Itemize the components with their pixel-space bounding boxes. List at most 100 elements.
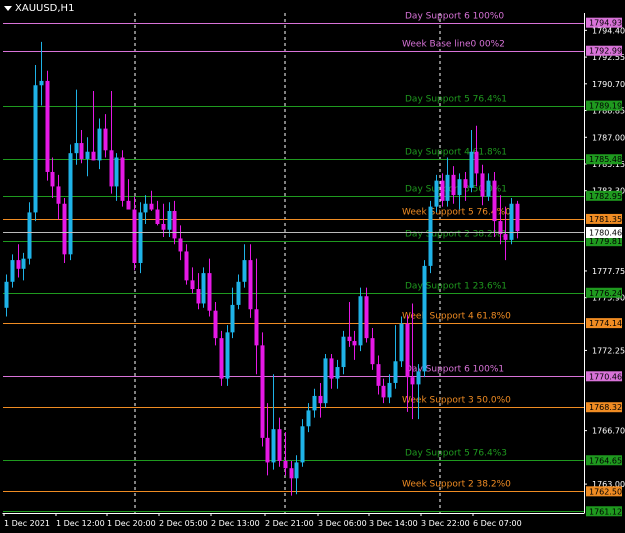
level-label-4: Day Support 3 50.0%1 [405,185,507,195]
candle [399,316,404,368]
level-price-tag-label-7: 1776.24 [589,289,622,298]
candle-body [33,85,38,213]
candle-body [248,260,253,310]
time-tick-label-1: 1 Dec 12:00 [56,519,105,528]
candle-body [405,323,410,378]
candle-body [440,180,445,201]
candle-body [335,367,340,379]
candle-body [283,460,288,469]
price-tick-label-10: 1766.70 [592,427,625,436]
level-price-tag-label-12: 1762.50 [589,487,622,496]
candle-body [428,206,433,266]
level-price-tag-label-11: 1764.65 [589,456,622,465]
candle-body [352,341,357,346]
dropdown-triangle-icon[interactable] [4,6,12,11]
candle-body [79,143,84,159]
candle-body [91,151,96,161]
candle-body [358,296,363,346]
current-price-tag-label: 1780.46 [589,229,622,238]
candle [45,70,50,181]
candle-body [318,395,323,404]
candle-body [74,143,79,154]
candle-body [4,281,9,308]
candle-body [480,173,485,197]
candle-body [167,210,172,230]
candle [225,325,230,386]
candle-body [410,377,415,385]
price-tick-label-4: 1787.00 [592,133,625,142]
level-label-3: Day Support 4 61.8%1 [405,148,507,158]
candle-body [306,410,311,427]
candle [120,150,125,207]
price-chart[interactable]: Day Support 6 100%0 Week Base line0 00%2 D… [0,0,625,533]
candle [138,202,143,274]
level-price-tag-label-2: 1789.19 [589,102,622,111]
candle-body [503,234,508,240]
level-price-tag-label-5: 1781.35 [589,215,622,224]
candle-body [271,429,276,463]
level-price-tag-label-10: 1768.32 [589,403,622,412]
candle-body [515,203,520,232]
candle-body [347,336,352,342]
candle [422,260,427,378]
time-tick-label-3: 2 Dec 05:00 [159,519,208,528]
candle-body [474,151,479,174]
time-tick-label-5: 2 Dec 21:00 [265,519,314,528]
candle [428,200,433,274]
level-price-tag-label-1: 1792.99 [589,47,622,56]
time-tick-label-2: 1 Dec 20:00 [107,519,156,528]
candle-body [387,382,392,398]
candle-body [213,310,218,339]
candle [33,65,38,222]
candle [323,354,328,408]
time-tick-label-6: 3 Dec 06:00 [318,519,367,528]
candle-body [376,364,381,386]
candle-body [451,174,456,196]
candle-body [364,296,369,339]
candle-body [399,323,404,362]
candle [509,197,514,245]
candle [62,197,67,263]
candle-body [509,203,514,240]
candle-body [39,80,44,86]
candle-body [143,203,148,213]
candle-body [201,273,206,304]
candle-body [341,336,346,368]
candle-body [230,304,235,333]
level-label-8: Week Support 4 61.8%0 [402,312,511,322]
candle-body [114,157,119,187]
level-price-tag-label-9: 1770.46 [589,372,622,381]
candle-body [184,251,189,281]
level-price-tag-label-8: 1774.14 [589,319,622,328]
level-label-2: Day Support 5 76.4%1 [405,95,507,105]
candle-body [434,180,439,207]
candle-body [62,203,67,255]
candle-body [294,462,299,479]
price-tick-label-2: 1790.70 [592,80,625,89]
level-price-tag-label-6: 1779.81 [589,237,622,246]
level-price-tag-label-4: 1782.95 [589,192,622,201]
candle-body [219,338,224,379]
time-tick-label-0: 1 Dec 2021 [4,519,50,528]
candle [219,330,224,386]
chart-title[interactable]: XAUUSD,H1 [4,3,74,14]
candle-body [445,174,450,201]
price-tick-label-0: 1794.40 [592,26,625,35]
candle-body [254,309,259,346]
candle-body [323,358,328,404]
candle-body [161,223,166,230]
candle-body [277,429,282,461]
level-label-11: Day Support 5 76.4%3 [405,449,507,459]
candle-body [45,80,50,172]
candle [260,332,265,447]
candle-body [242,260,247,282]
level-label-7: Day Support 1 23.6%1 [405,282,507,292]
candle-body [486,180,491,197]
candle [358,287,363,352]
candle-body [225,332,230,379]
time-tick-label-9: 6 Dec 07:00 [473,519,522,528]
level-price-tag-label-0: 1794.93 [589,19,622,28]
candle-body [126,200,131,210]
candle-body [155,209,160,224]
candle-body [68,153,73,255]
